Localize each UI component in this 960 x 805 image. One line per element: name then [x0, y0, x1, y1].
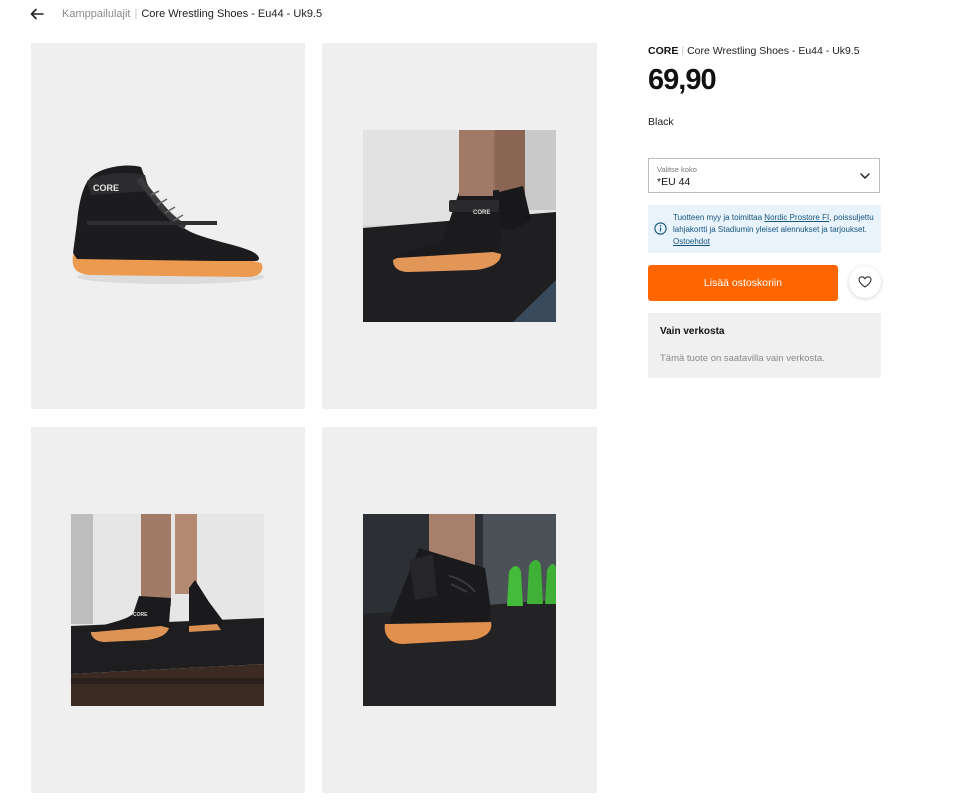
product-name: Core Wrestling Shoes - Eu44 - Uk9.5 [687, 45, 860, 57]
size-select-label: Valitse koko [657, 165, 697, 174]
product-image-1[interactable]: CORE [31, 43, 305, 409]
product-price: 69,90 [648, 64, 717, 96]
breadcrumb-separator: | [134, 8, 138, 20]
online-only-description: Tämä tuote on saatavilla vain verkosta. [660, 353, 825, 364]
terms-link[interactable]: Ostoehdot [673, 237, 710, 246]
product-title: CORE | Core Wrestling Shoes - Eu44 - Uk9.5 [648, 45, 860, 57]
walking-shoes-photo: CORE [71, 514, 264, 706]
size-select-value: *EU 44 [657, 176, 691, 188]
add-to-cart-button[interactable]: Lisää ostoskoriin [648, 265, 838, 301]
info-circle-icon [654, 222, 667, 235]
seller-info-box: Tuotteen myy ja toimittaa Nordic Prostor… [648, 205, 881, 253]
back-arrow-icon[interactable] [28, 6, 46, 22]
product-image-2[interactable]: CORE [322, 43, 597, 409]
breadcrumb-link-category[interactable]: Kamppailulajit [62, 8, 130, 20]
shoe-logo-text: CORE [473, 210, 490, 216]
seller-info-text: Tuotteen myy ja toimittaa Nordic Prostor… [673, 212, 877, 248]
shoe-on-foot-photo: CORE [363, 130, 556, 322]
title-separator: | [681, 45, 685, 57]
product-image-3[interactable]: CORE [31, 427, 305, 793]
shoe-closeup-photo [363, 514, 556, 706]
seller-info-part: Tuotteen myy ja toimittaa [673, 213, 765, 222]
shoe-side-image: CORE [72, 165, 265, 284]
wishlist-button[interactable] [849, 266, 881, 298]
breadcrumb-current: Core Wrestling Shoes - Eu44 - Uk9.5 [141, 8, 323, 20]
online-only-title: Vain verkosta [660, 326, 725, 337]
heart-icon [858, 276, 872, 288]
shoe-logo-text: CORE [133, 612, 148, 618]
product-image-4[interactable] [322, 427, 597, 793]
product-color: Black [648, 116, 674, 128]
chevron-down-icon [860, 173, 870, 179]
breadcrumb: Kamppailulajit | Core Wrestling Shoes - Eu… [62, 8, 322, 20]
online-only-box: Vain verkosta Tämä tuote on saatavilla v… [648, 313, 881, 378]
top-bar: Kamppailulajit | Core Wrestling Shoes - Eu… [0, 0, 960, 30]
seller-link[interactable]: Nordic Prostore FI [764, 213, 829, 222]
size-select[interactable]: Valitse koko *EU 44 [648, 158, 880, 193]
shoe-logo-text: CORE [93, 183, 119, 193]
product-brand[interactable]: CORE [648, 45, 678, 57]
